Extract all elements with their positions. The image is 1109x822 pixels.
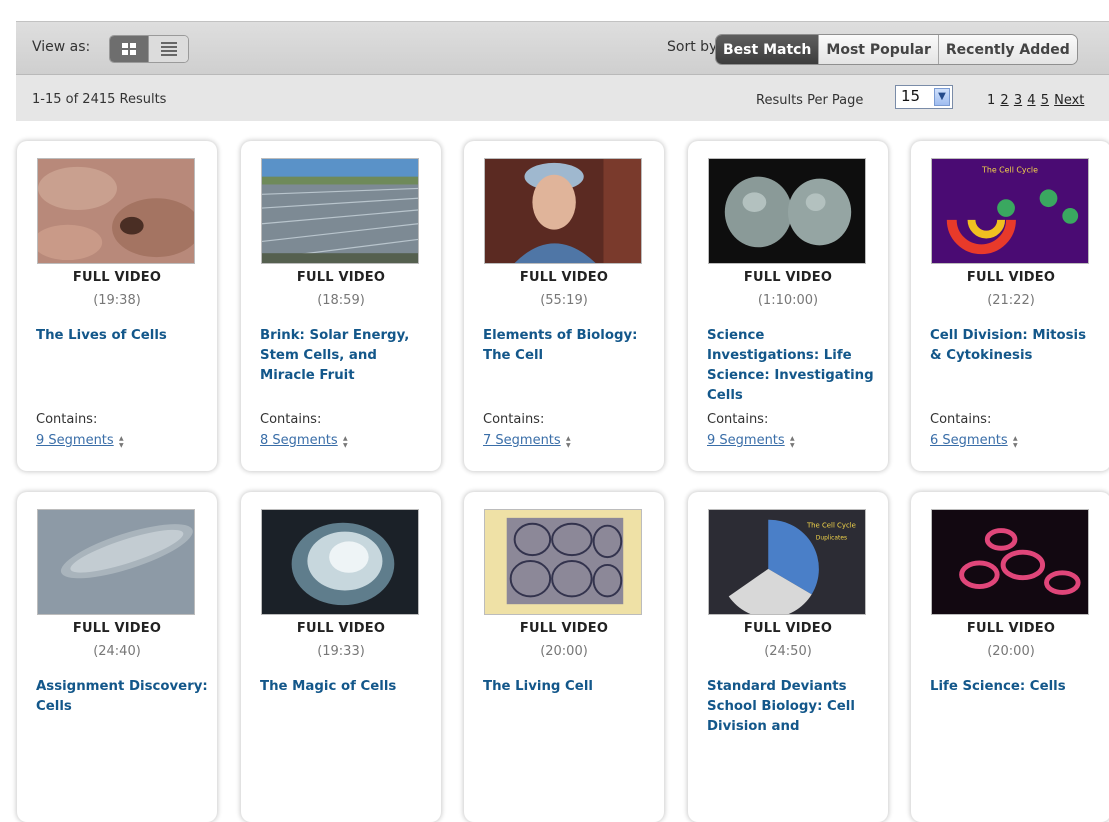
video-type-label: FULL VIDEO — [966, 270, 1056, 285]
video-title-link[interactable]: The Magic of Cells — [260, 677, 432, 697]
video-title-link[interactable]: Cell Division: Mitosis & Cytokinesis — [930, 326, 1102, 366]
view-as-label: View as: — [32, 39, 91, 55]
video-duration: (19:33) — [317, 644, 365, 659]
results-per-page-value: 15 — [901, 87, 921, 105]
video-card[interactable]: FULL VIDEO (24:40) Assignment Discovery: C… — [17, 492, 217, 822]
results-count: 1-15 of 2415 Results — [32, 92, 167, 107]
toolbar-top-row: View as: Sort by: Best Match Most Popula… — [16, 21, 1109, 75]
video-type-label: FULL VIDEO — [296, 270, 386, 285]
video-card[interactable]: FULL VIDEO (19:33) The Magic of Cells — [241, 492, 441, 822]
segments-link[interactable]: 6 Segments — [930, 433, 1008, 448]
svg-text:Duplicates: Duplicates — [816, 535, 847, 541]
pagination: 1 2 3 4 5 Next — [987, 93, 1085, 108]
segments-link[interactable]: 8 Segments — [260, 433, 338, 448]
toolbar-bottom-row: 1-15 of 2415 Results Results Per Page 15… — [16, 75, 1109, 121]
page-current: 1 — [987, 93, 996, 108]
video-duration: (18:59) — [317, 293, 365, 308]
video-thumbnail[interactable] — [37, 158, 195, 264]
video-card[interactable]: The Cell Cycle FULL VIDEO (21:22) Cell Divi… — [911, 141, 1109, 471]
video-title-link[interactable]: The Living Cell — [483, 677, 655, 697]
video-card[interactable]: FULL VIDEO (20:00) The Living Cell — [464, 492, 664, 822]
expand-segments-icon[interactable]: ▲ ▼ — [790, 435, 795, 449]
expand-segments-icon[interactable]: ▲ ▼ — [119, 435, 124, 449]
expand-segments-icon[interactable]: ▲ ▼ — [343, 435, 348, 449]
video-title-link[interactable]: The Lives of Cells — [36, 326, 208, 346]
sort-best-match-button[interactable]: Best Match — [716, 35, 819, 64]
sort-most-popular-button[interactable]: Most Popular — [818, 35, 938, 64]
video-thumbnail[interactable] — [484, 509, 642, 615]
video-duration: (1:10:00) — [757, 293, 819, 308]
grid-icon — [122, 43, 136, 55]
video-duration: (19:38) — [93, 293, 141, 308]
video-card[interactable]: FULL VIDEO (20:00) Life Science: Cells — [911, 492, 1109, 822]
page-link-5[interactable]: 5 — [1041, 93, 1049, 108]
expand-segments-icon[interactable]: ▲ ▼ — [566, 435, 571, 449]
video-duration: (55:19) — [540, 293, 588, 308]
contains-label: Contains: — [483, 412, 545, 427]
video-thumbnail[interactable] — [261, 158, 419, 264]
expand-segments-icon[interactable]: ▲ ▼ — [1013, 435, 1018, 449]
video-type-label: FULL VIDEO — [72, 270, 162, 285]
video-thumbnail[interactable] — [708, 158, 866, 264]
segments-link[interactable]: 9 Segments — [707, 433, 785, 448]
video-card[interactable]: FULL VIDEO (55:19) Elements of Biology: Th… — [464, 141, 664, 471]
view-toggle — [109, 35, 189, 63]
page-link-2[interactable]: 2 — [1000, 93, 1008, 108]
page-link-4[interactable]: 4 — [1027, 93, 1035, 108]
video-title-link[interactable]: Standard Deviants School Biology: Cell D… — [707, 677, 879, 737]
sort-by-label: Sort by: — [667, 39, 722, 55]
svg-text:The Cell Cycle: The Cell Cycle — [806, 522, 856, 530]
contains-label: Contains: — [930, 412, 992, 427]
contains-label: Contains: — [707, 412, 769, 427]
video-duration: (24:50) — [764, 644, 812, 659]
video-type-label: FULL VIDEO — [519, 621, 609, 636]
video-card[interactable]: FULL VIDEO (18:59) Brink: Solar Energy, St… — [241, 141, 441, 471]
video-duration: (21:22) — [987, 293, 1035, 308]
results-toolbar: View as: Sort by: Best Match Most Popula… — [16, 21, 1109, 121]
video-type-label: FULL VIDEO — [743, 270, 833, 285]
grid-view-button[interactable] — [110, 36, 150, 62]
video-thumbnail[interactable] — [261, 509, 419, 615]
video-type-label: FULL VIDEO — [296, 621, 386, 636]
video-card[interactable]: FULL VIDEO (19:38) The Lives of Cells Conta… — [17, 141, 217, 471]
video-type-label: FULL VIDEO — [72, 621, 162, 636]
video-thumbnail[interactable]: The Cell Cycle — [931, 158, 1089, 264]
video-thumbnail[interactable] — [37, 509, 195, 615]
chevron-down-icon[interactable]: ▼ — [934, 88, 950, 106]
video-card[interactable]: The Cell Cycle Duplicates FULL VIDEO (24:50… — [688, 492, 888, 822]
next-page-link[interactable]: Next — [1054, 93, 1084, 108]
results-per-page-select[interactable]: 15 ▼ — [895, 85, 953, 109]
svg-text:The Cell Cycle: The Cell Cycle — [981, 166, 1038, 175]
segments-link[interactable]: 9 Segments — [36, 433, 114, 448]
segments-link[interactable]: 7 Segments — [483, 433, 561, 448]
list-view-button[interactable] — [149, 36, 188, 62]
video-type-label: FULL VIDEO — [519, 270, 609, 285]
contains-label: Contains: — [36, 412, 98, 427]
video-duration: (20:00) — [987, 644, 1035, 659]
video-thumbnail[interactable] — [931, 509, 1089, 615]
results-per-page-label: Results Per Page — [756, 93, 864, 108]
sort-options: Best Match Most Popular Recently Added — [715, 34, 1078, 65]
video-card[interactable]: FULL VIDEO (1:10:00) Science Investigation… — [688, 141, 888, 471]
video-title-link[interactable]: Life Science: Cells — [930, 677, 1102, 697]
video-duration: (24:40) — [93, 644, 141, 659]
video-duration: (20:00) — [540, 644, 588, 659]
video-title-link[interactable]: Assignment Discovery: Cells — [36, 677, 208, 717]
video-title-link[interactable]: Brink: Solar Energy, Stem Cells, and Mir… — [260, 326, 432, 386]
page-link-3[interactable]: 3 — [1014, 93, 1022, 108]
video-thumbnail[interactable]: The Cell Cycle Duplicates — [708, 509, 866, 615]
sort-recently-added-button[interactable]: Recently Added — [937, 35, 1077, 64]
video-title-link[interactable]: Science Investigations: Life Science: In… — [707, 326, 879, 406]
video-thumbnail[interactable] — [484, 158, 642, 264]
video-type-label: FULL VIDEO — [966, 621, 1056, 636]
contains-label: Contains: — [260, 412, 322, 427]
video-type-label: FULL VIDEO — [743, 621, 833, 636]
list-icon — [160, 42, 177, 56]
video-title-link[interactable]: Elements of Biology: The Cell — [483, 326, 655, 366]
